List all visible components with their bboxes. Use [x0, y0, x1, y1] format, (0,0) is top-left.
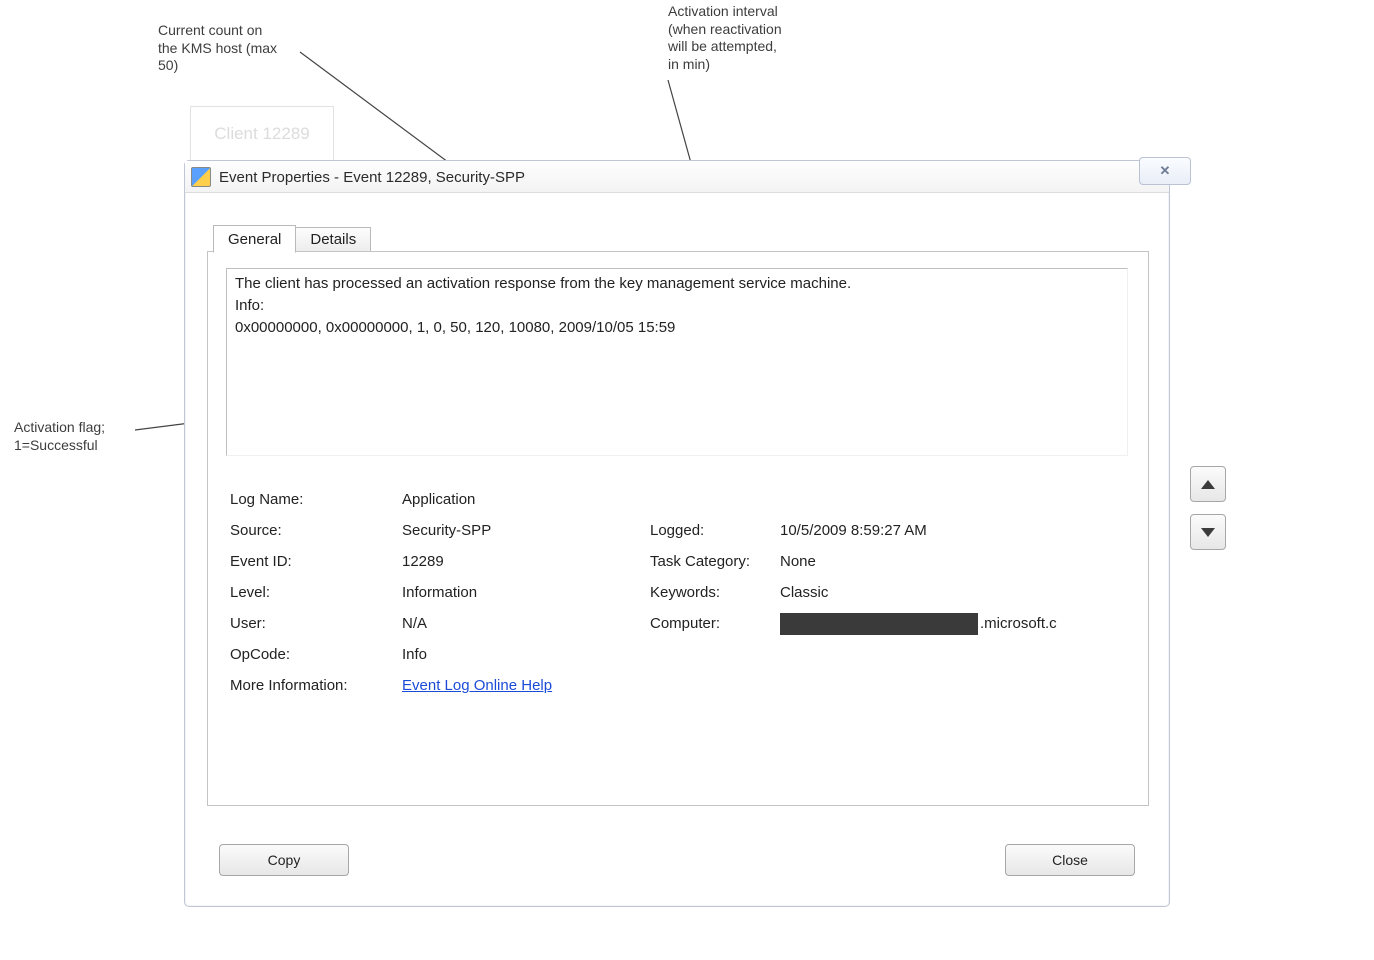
arrow-down-icon: [1201, 528, 1215, 537]
background-tab-label: Client 12289: [190, 106, 334, 161]
event-properties-dialog: Event Properties - Event 12289, Security…: [184, 160, 1170, 907]
label-opcode: OpCode:: [230, 646, 402, 663]
event-description-line2: Info:: [235, 295, 1119, 317]
event-fields-grid: Log Name: Application Source: Security-S…: [230, 484, 1130, 701]
label-logged: Logged:: [650, 522, 780, 539]
event-description-line1: The client has processed an activation r…: [235, 273, 1119, 295]
value-log-name: Application: [402, 491, 650, 508]
value-user: N/A: [402, 615, 650, 632]
value-source: Security-SPP: [402, 522, 650, 539]
label-log-name: Log Name:: [230, 491, 402, 508]
value-computer-redacted: [780, 613, 978, 635]
label-user: User:: [230, 615, 402, 632]
event-viewer-icon: [191, 167, 211, 187]
value-event-id: 12289: [402, 553, 650, 570]
value-keywords: Classic: [780, 584, 1130, 601]
annotation-kms-count: Current count on the KMS host (max 50): [158, 22, 277, 75]
link-event-log-help[interactable]: Event Log Online Help: [402, 677, 552, 694]
close-icon: ✕: [1160, 163, 1171, 179]
value-level: Information: [402, 584, 650, 601]
label-level: Level:: [230, 584, 402, 601]
tab-panel-general: The client has processed an activation r…: [207, 251, 1149, 806]
label-task-category: Task Category:: [650, 553, 780, 570]
annotation-interval: Activation interval (when reactivation w…: [668, 3, 782, 73]
copy-button[interactable]: Copy: [219, 844, 349, 876]
tab-details[interactable]: Details: [295, 227, 371, 253]
close-button[interactable]: Close: [1005, 844, 1135, 876]
event-description-box: The client has processed an activation r…: [226, 268, 1128, 456]
dialog-titlebar: Event Properties - Event 12289, Security…: [185, 161, 1169, 193]
previous-event-button[interactable]: [1190, 466, 1226, 502]
window-close-button[interactable]: ✕: [1139, 157, 1191, 185]
label-more-info: More Information:: [230, 677, 402, 694]
dialog-title: Event Properties - Event 12289, Security…: [219, 169, 525, 186]
value-logged: 10/5/2009 8:59:27 AM: [780, 522, 1130, 539]
label-keywords: Keywords:: [650, 584, 780, 601]
label-source: Source:: [230, 522, 402, 539]
tab-general[interactable]: General: [213, 225, 296, 253]
next-event-button[interactable]: [1190, 514, 1226, 550]
label-event-id: Event ID:: [230, 553, 402, 570]
value-task-category: None: [780, 553, 1130, 570]
value-computer-suffix: .microsoft.c: [980, 615, 1057, 632]
tab-strip: General Details: [213, 224, 371, 252]
value-opcode: Info: [402, 646, 650, 663]
label-computer: Computer:: [650, 615, 780, 632]
event-description-line3: 0x00000000, 0x00000000, 1, 0, 50, 120, 1…: [235, 317, 1119, 339]
annotation-flag: Activation flag; 1=Successful: [14, 419, 105, 454]
arrow-up-icon: [1201, 480, 1215, 489]
